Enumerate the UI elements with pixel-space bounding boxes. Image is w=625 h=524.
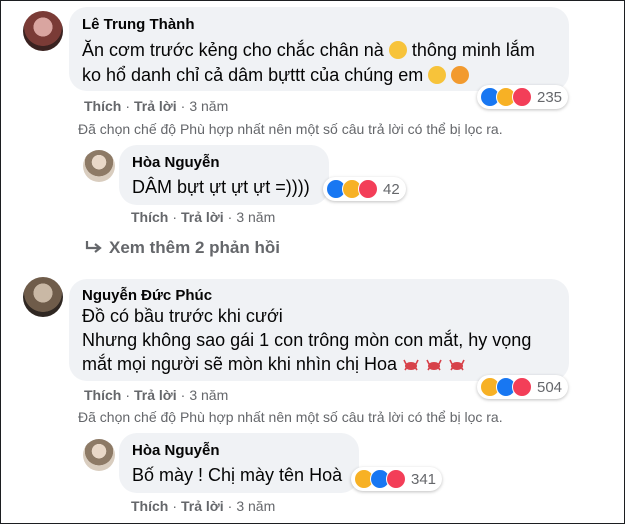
comment-author[interactable]: Hòa Nguyễn bbox=[132, 154, 220, 171]
timestamp[interactable]: 3 năm bbox=[236, 209, 275, 225]
filter-note: Đã chọn chế độ Phù hợp nhất nên một số c… bbox=[78, 121, 503, 137]
comment-author[interactable]: Lê Trung Thành bbox=[82, 16, 195, 33]
reaction-count: 504 bbox=[537, 378, 563, 396]
love-icon bbox=[512, 377, 532, 397]
timestamp[interactable]: 3 năm bbox=[189, 98, 228, 114]
like-button[interactable]: Thích bbox=[131, 209, 168, 225]
love-icon bbox=[358, 179, 378, 199]
reaction-summary[interactable]: 235 bbox=[477, 85, 569, 109]
reaction-summary[interactable]: 504 bbox=[477, 375, 569, 399]
smile-emoji-icon bbox=[428, 66, 447, 84]
reaction-count: 42 bbox=[383, 180, 400, 198]
reaction-count: 341 bbox=[411, 470, 437, 488]
reply-button[interactable]: Trả lời bbox=[134, 98, 177, 114]
comment-actions: Thích · Trả lời · 3 năm bbox=[131, 498, 276, 514]
comment-text: Đồ có bầu trước khi cưới bbox=[82, 306, 283, 326]
reaction-summary[interactable]: 42 bbox=[323, 177, 406, 201]
avatar-nguyen-duc-phuc[interactable] bbox=[23, 277, 63, 317]
reply-arrow-icon bbox=[85, 241, 102, 253]
comment-text: Bố mày ! Chị mày tên Hoà bbox=[132, 465, 343, 485]
comment-text: Nhưng không sao gái 1 con trông mòn con … bbox=[82, 330, 532, 350]
comment-text: DÂM bựt ựt ựt ựt =)))) bbox=[132, 177, 310, 197]
avatar-le-trung-thanh[interactable] bbox=[23, 11, 63, 51]
kiss-emoji-icon bbox=[451, 66, 470, 84]
view-more-replies-link[interactable]: Xem thêm 2 phản hồi bbox=[85, 238, 280, 258]
comment-text: mắt mọi người sẽ mòn khi nhìn chị Hoa bbox=[82, 354, 466, 375]
comment-bubble: Nguyễn Đức Phúc Đồ có bầu trước khi cưới… bbox=[69, 279, 569, 381]
like-button[interactable]: Thích bbox=[131, 498, 168, 514]
filter-note: Đã chọn chế độ Phù hợp nhất nên một số c… bbox=[78, 409, 503, 425]
reaction-count: 235 bbox=[537, 88, 563, 106]
comment-author[interactable]: Nguyễn Đức Phúc bbox=[82, 287, 212, 304]
comment-text: ko hổ danh chỉ cả dâm bựttt của chúng em bbox=[82, 65, 470, 86]
crab-icon bbox=[426, 359, 442, 371]
comment-bubble: Lê Trung Thành Ăn cơm trước kẻng cho chắ… bbox=[69, 7, 569, 91]
grin-emoji-icon bbox=[388, 41, 407, 59]
avatar-hoa-nguyen[interactable] bbox=[83, 150, 115, 182]
like-button[interactable]: Thích bbox=[84, 387, 121, 403]
love-icon bbox=[512, 87, 532, 107]
love-icon bbox=[386, 469, 406, 489]
crab-icon bbox=[449, 359, 465, 371]
comment-text: Ăn cơm trước kẻng cho chắc chân nà thông… bbox=[82, 40, 535, 60]
comment-author[interactable]: Hòa Nguyễn bbox=[132, 442, 220, 459]
reply-button[interactable]: Trả lời bbox=[134, 387, 177, 403]
reply-button[interactable]: Trả lời bbox=[181, 209, 224, 225]
comment-actions: Thích · Trả lời · 3 năm bbox=[84, 387, 229, 403]
comment-actions: Thích · Trả lời · 3 năm bbox=[84, 98, 229, 114]
timestamp[interactable]: 3 năm bbox=[189, 387, 228, 403]
avatar-hoa-nguyen[interactable] bbox=[83, 439, 115, 471]
timestamp[interactable]: 3 năm bbox=[236, 498, 275, 514]
reply-bubble: Hòa Nguyễn Bố mày ! Chị mày tên Hoà bbox=[119, 433, 359, 493]
comment-actions: Thích · Trả lời · 3 năm bbox=[131, 209, 276, 225]
reply-button[interactable]: Trả lời bbox=[181, 498, 224, 514]
crab-icon bbox=[403, 359, 419, 371]
reaction-summary[interactable]: 341 bbox=[351, 467, 443, 491]
reply-bubble: Hòa Nguyễn DÂM bựt ựt ựt ựt =)))) bbox=[119, 145, 329, 205]
like-button[interactable]: Thích bbox=[84, 98, 121, 114]
